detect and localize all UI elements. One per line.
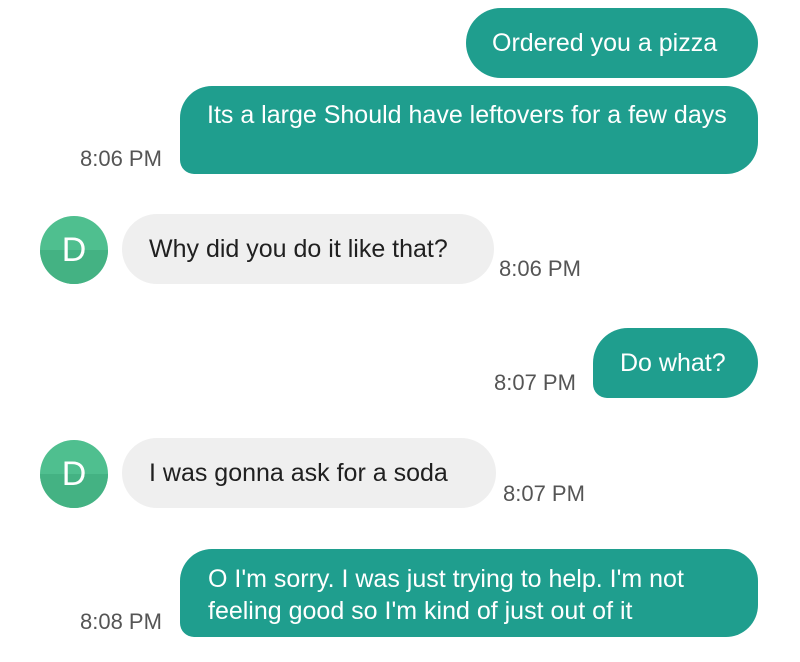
message-text: I was gonna ask for a soda (149, 459, 448, 487)
message-timestamp: 8:07 PM (494, 370, 576, 395)
message-thread: Ordered you a pizza 8:06 PM Its a large … (0, 0, 800, 662)
avatar-initial: D (61, 454, 87, 493)
message-timestamp: 8:08 PM (80, 609, 162, 634)
incoming-message-bubble[interactable]: I was gonna ask for a soda (122, 438, 496, 508)
outgoing-message-bubble[interactable]: Ordered you a pizza (466, 8, 758, 78)
outgoing-message-bubble[interactable]: Its a large Should have leftovers for a … (180, 86, 758, 174)
contact-avatar[interactable]: D (40, 216, 108, 284)
message-text: Ordered you a pizza (492, 29, 718, 57)
message-timestamp: 8:06 PM (80, 146, 162, 171)
avatar-initial: D (61, 230, 87, 269)
message-text: Do what? (620, 349, 726, 377)
outgoing-message-bubble[interactable]: O I'm sorry. I was just trying to help. … (180, 549, 758, 637)
message-timestamp: 8:07 PM (503, 481, 585, 506)
message-timestamp: 8:06 PM (499, 256, 581, 281)
incoming-message-bubble[interactable]: Why did you do it like that? (122, 214, 494, 284)
message-text: Its a large Should have leftovers for a … (207, 101, 727, 129)
contact-avatar[interactable]: D (40, 440, 108, 508)
message-text: Why did you do it like that? (149, 235, 448, 263)
message-text: O I'm sorry. I was just trying to help. … (208, 565, 684, 625)
outgoing-message-bubble[interactable]: Do what? (593, 328, 758, 398)
